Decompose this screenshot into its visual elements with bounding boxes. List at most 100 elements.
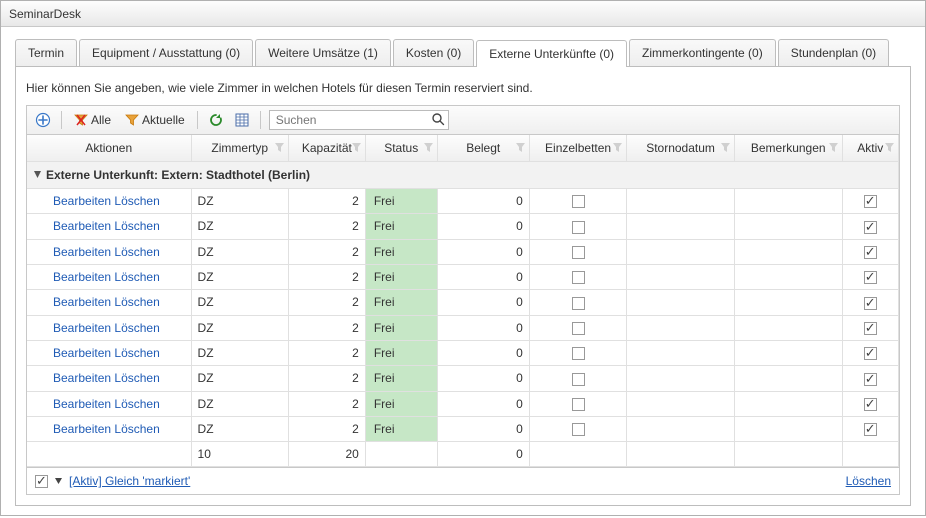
cell-notes: [734, 264, 842, 289]
tab-5[interactable]: Zimmerkontingente (0): [629, 39, 776, 66]
filter-icon[interactable]: [516, 141, 525, 155]
edit-link[interactable]: Bearbeiten: [53, 422, 111, 436]
add-icon[interactable]: [33, 110, 53, 130]
col-header-occupied[interactable]: Belegt: [437, 135, 529, 162]
cell-active: [842, 366, 898, 391]
cell-roomtype: DZ: [191, 239, 288, 264]
summary-capacity: 20: [288, 442, 365, 467]
singlebeds-checkbox[interactable]: [572, 373, 585, 386]
collapse-icon[interactable]: [33, 168, 42, 182]
active-checkbox[interactable]: [864, 398, 877, 411]
delete-link[interactable]: Löschen: [114, 270, 159, 284]
filter-active-checkbox[interactable]: [35, 475, 48, 488]
delete-link[interactable]: Löschen: [114, 219, 159, 233]
active-checkbox[interactable]: [864, 271, 877, 284]
grid-footer: [Aktiv] Gleich 'markiert' Löschen: [27, 467, 899, 494]
col-header-roomtype[interactable]: Zimmertyp: [191, 135, 288, 162]
filter-icon[interactable]: [352, 141, 361, 155]
edit-link[interactable]: Bearbeiten: [53, 295, 111, 309]
delete-link[interactable]: Löschen: [114, 422, 159, 436]
columns-icon[interactable]: [232, 110, 252, 130]
data-table: Aktionen Zimmertyp Kapazität Status Bele…: [27, 135, 899, 467]
filter-icon[interactable]: [885, 141, 894, 155]
singlebeds-checkbox[interactable]: [572, 398, 585, 411]
tab-6[interactable]: Stundenplan (0): [778, 39, 889, 66]
col-header-actions[interactable]: Aktionen: [27, 135, 191, 162]
col-header-status[interactable]: Status: [365, 135, 437, 162]
edit-link[interactable]: Bearbeiten: [53, 346, 111, 360]
group-row[interactable]: Externe Unterkunft: Extern: Stadthotel (…: [27, 162, 899, 189]
cell-capacity: 2: [288, 214, 365, 239]
table-row: Bearbeiten LöschenDZ2Frei0: [27, 239, 899, 264]
edit-link[interactable]: Bearbeiten: [53, 194, 111, 208]
edit-link[interactable]: Bearbeiten: [53, 397, 111, 411]
search-input[interactable]: [269, 110, 449, 130]
singlebeds-checkbox[interactable]: [572, 195, 585, 208]
delete-link[interactable]: Löschen: [114, 321, 159, 335]
cell-singlebeds: [529, 315, 626, 340]
active-checkbox[interactable]: [864, 246, 877, 259]
cell-occupied: 0: [437, 290, 529, 315]
active-checkbox[interactable]: [864, 347, 877, 360]
active-checkbox[interactable]: [864, 373, 877, 386]
edit-link[interactable]: Bearbeiten: [53, 219, 111, 233]
active-checkbox[interactable]: [864, 322, 877, 335]
filter-dropdown-icon[interactable]: [54, 474, 63, 488]
refresh-icon[interactable]: [206, 110, 226, 130]
cell-capacity: 2: [288, 315, 365, 340]
cell-occupied: 0: [437, 239, 529, 264]
singlebeds-checkbox[interactable]: [572, 423, 585, 436]
tab-2[interactable]: Weitere Umsätze (1): [255, 39, 391, 66]
filter-icon[interactable]: [275, 141, 284, 155]
filter-current-button[interactable]: Aktuelle: [121, 111, 189, 129]
cell-roomtype: DZ: [191, 189, 288, 214]
filter-icon[interactable]: [829, 141, 838, 155]
cell-notes: [734, 315, 842, 340]
singlebeds-checkbox[interactable]: [572, 297, 585, 310]
delete-link[interactable]: Löschen: [114, 346, 159, 360]
cell-canceldate: [627, 391, 735, 416]
delete-link[interactable]: Löschen: [114, 371, 159, 385]
cell-singlebeds: [529, 290, 626, 315]
edit-link[interactable]: Bearbeiten: [53, 270, 111, 284]
cell-occupied: 0: [437, 315, 529, 340]
filter-all-button[interactable]: Alle: [70, 111, 115, 129]
singlebeds-checkbox[interactable]: [572, 271, 585, 284]
edit-link[interactable]: Bearbeiten: [53, 321, 111, 335]
col-header-capacity[interactable]: Kapazität: [288, 135, 365, 162]
filter-icon[interactable]: [424, 141, 433, 155]
singlebeds-checkbox[interactable]: [572, 322, 585, 335]
active-checkbox[interactable]: [864, 423, 877, 436]
col-header-singlebeds[interactable]: Einzelbetten: [529, 135, 626, 162]
delete-link[interactable]: Löschen: [114, 295, 159, 309]
cell-capacity: 2: [288, 264, 365, 289]
singlebeds-checkbox[interactable]: [572, 347, 585, 360]
filter-icon[interactable]: [721, 141, 730, 155]
edit-link[interactable]: Bearbeiten: [53, 371, 111, 385]
delete-link[interactable]: Löschen: [114, 245, 159, 259]
footer-delete-link[interactable]: Löschen: [846, 474, 891, 488]
cell-canceldate: [627, 290, 735, 315]
edit-link[interactable]: Bearbeiten: [53, 245, 111, 259]
filter-expression-link[interactable]: [Aktiv] Gleich 'markiert': [69, 474, 190, 488]
col-header-canceldate[interactable]: Stornodatum: [627, 135, 735, 162]
app-window: SeminarDesk TerminEquipment / Ausstattun…: [0, 0, 926, 516]
col-header-active[interactable]: Aktiv: [842, 135, 898, 162]
tab-4[interactable]: Externe Unterkünfte (0): [476, 40, 627, 67]
table-row: Bearbeiten LöschenDZ2Frei0: [27, 391, 899, 416]
tab-3[interactable]: Kosten (0): [393, 39, 474, 66]
active-checkbox[interactable]: [864, 221, 877, 234]
singlebeds-checkbox[interactable]: [572, 221, 585, 234]
cell-roomtype: DZ: [191, 214, 288, 239]
tab-1[interactable]: Equipment / Ausstattung (0): [79, 39, 253, 66]
active-checkbox[interactable]: [864, 297, 877, 310]
delete-link[interactable]: Löschen: [114, 194, 159, 208]
singlebeds-checkbox[interactable]: [572, 246, 585, 259]
active-checkbox[interactable]: [864, 195, 877, 208]
filter-icon[interactable]: [613, 141, 622, 155]
cell-status: Frei: [365, 366, 437, 391]
content-area: TerminEquipment / Ausstattung (0)Weitere…: [1, 27, 925, 518]
delete-link[interactable]: Löschen: [114, 397, 159, 411]
tab-0[interactable]: Termin: [15, 39, 77, 66]
col-header-notes[interactable]: Bemerkungen: [734, 135, 842, 162]
